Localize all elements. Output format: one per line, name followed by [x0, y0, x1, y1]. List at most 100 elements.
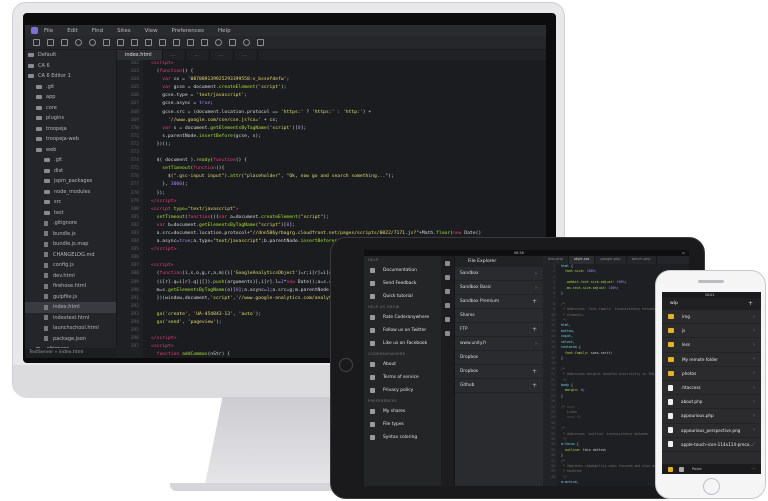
sidebar-item[interactable]: CA 6 Editor 1	[25, 71, 116, 82]
share-icon[interactable]	[445, 303, 450, 308]
file-explorer-row[interactable]: Dropbox +	[455, 365, 543, 379]
phone-list-item[interactable]: js ›	[662, 324, 761, 339]
paste-icon[interactable]	[131, 39, 138, 46]
tab-3[interactable]: ...	[186, 50, 211, 60]
sidebar-item[interactable]: src	[25, 197, 116, 208]
file-explorer-row[interactable]: Dropbox	[455, 351, 543, 365]
terminal-icon[interactable]	[173, 39, 180, 46]
indent-icon[interactable]	[145, 39, 152, 46]
add-icon[interactable]: +	[532, 326, 537, 333]
phone-list-item[interactable]: img ›	[662, 310, 761, 325]
terminal-icon[interactable]	[445, 331, 450, 336]
sidebar-item[interactable]: index.html	[25, 302, 116, 313]
sidebar-item[interactable]: config.js	[25, 260, 116, 271]
search-icon[interactable]	[445, 317, 450, 322]
menu-item[interactable]: Like us on Facebook	[364, 337, 441, 350]
menu-item[interactable]: My shares	[364, 405, 441, 418]
sidebar-item[interactable]: app	[25, 92, 116, 103]
add-icon[interactable]: +	[532, 368, 537, 375]
sidebar-item[interactable]: .git	[25, 155, 116, 166]
sidebar-item[interactable]: CHANGELOG.md	[25, 250, 116, 261]
file-explorer-row[interactable]: Shares	[455, 309, 543, 323]
more-icon[interactable]: ⋯	[751, 467, 755, 471]
sidebar-item[interactable]: CA 6	[25, 61, 116, 72]
phone-list-item[interactable]: appourious_perspective.png ›	[662, 424, 761, 438]
file-explorer-row[interactable]: Github +	[455, 379, 543, 393]
folder-icon[interactable]	[668, 466, 673, 472]
file-explorer-row[interactable]: FTP +	[455, 323, 543, 337]
split-view-icon[interactable]	[187, 39, 194, 46]
sidebar-item[interactable]: web	[25, 145, 116, 156]
menu-sites[interactable]: Sites	[117, 28, 130, 34]
tab-index-html[interactable]: index.html	[117, 50, 163, 60]
chevron-right-icon[interactable]: ›	[535, 271, 537, 277]
phone-list-item[interactable]: photos ›	[662, 367, 761, 381]
menu-preferences[interactable]: Preferences	[172, 28, 204, 34]
sidebar-item[interactable]: plugins	[25, 113, 116, 124]
sidebar-item[interactable]: package.json	[25, 334, 116, 345]
add-icon[interactable]: +	[532, 382, 537, 389]
phone-home-button[interactable]	[703, 478, 720, 495]
bookmark-icon[interactable]	[257, 39, 264, 46]
sidebar-item[interactable]: troopeja	[25, 124, 116, 135]
file-explorer-row[interactable]: Sandbox Basic ›	[455, 281, 543, 295]
play-icon[interactable]	[243, 39, 250, 46]
menu-help[interactable]: Help	[218, 28, 231, 34]
open-folder-icon[interactable]	[47, 39, 54, 46]
phone-list-item[interactable]: My remote folder ›	[662, 353, 761, 367]
sidebar-item[interactable]: .gitignore	[25, 218, 116, 229]
cut-icon[interactable]	[103, 39, 110, 46]
menu-item[interactable]: About	[364, 358, 441, 371]
upload-icon[interactable]	[229, 39, 236, 46]
add-icon[interactable]: +	[532, 298, 537, 305]
tablet-tab-bench-php[interactable]: bench.php	[627, 256, 657, 264]
phone-list-item[interactable]: appourious.php ›	[662, 409, 761, 424]
sidebar-item[interactable]: .git	[25, 82, 116, 93]
menu-item[interactable]: Quick tutorial	[364, 290, 441, 303]
menu-item[interactable]: Send Feedback	[364, 277, 441, 290]
outdent-icon[interactable]	[159, 39, 166, 46]
sidebar-item[interactable]: core	[25, 103, 116, 114]
file-explorer-row[interactable]: www.unity.fr ›	[455, 337, 543, 351]
add-icon[interactable]: +	[748, 298, 753, 310]
tablet-tab-less-php[interactable]: less.php	[543, 256, 569, 264]
save-icon[interactable]	[61, 39, 68, 46]
menu-item[interactable]: Syntax coloring	[364, 431, 441, 444]
tablet-tab-style-css[interactable]: style.css	[568, 256, 596, 264]
sidebar-item[interactable]: bundle.js	[25, 229, 116, 240]
sidebar-item[interactable]: gulpfile.js	[25, 292, 116, 303]
file-explorer-row[interactable]: Sandbox Premium +	[455, 295, 543, 309]
tab-5[interactable]: ...	[234, 50, 258, 60]
sidebar-item[interactable]: dev.html	[25, 271, 116, 282]
sidebar-item[interactable]: launchschool.html	[25, 323, 116, 334]
folder-icon[interactable]	[445, 275, 450, 280]
new-file-icon[interactable]	[33, 39, 40, 46]
menu-item[interactable]: File types	[364, 418, 441, 431]
copy-icon[interactable]	[117, 39, 124, 46]
tab-4[interactable]: ...	[210, 50, 235, 60]
tablet-tab-google-php[interactable]: google.php	[595, 256, 627, 264]
search-icon[interactable]	[201, 39, 208, 46]
sidebar-item[interactable]: Default	[25, 50, 116, 61]
menu-edit[interactable]: Edit	[67, 28, 78, 34]
upload-icon[interactable]	[679, 466, 684, 472]
tablet-home-button[interactable]	[339, 358, 353, 372]
sidebar-item[interactable]: test	[25, 208, 116, 219]
undo-icon[interactable]	[75, 39, 82, 46]
chevron-right-icon[interactable]: ›	[535, 285, 537, 291]
file-explorer-row[interactable]: Sandbox ›	[455, 267, 543, 281]
menu-item[interactable]: Follow us on Twitter	[364, 324, 441, 337]
tab-2[interactable]: ...	[163, 50, 187, 60]
sidebar-item[interactable]: bundle.js.map	[25, 239, 116, 250]
code-icon[interactable]	[445, 289, 450, 294]
sidebar-item[interactable]: indextest.html	[25, 313, 116, 324]
menu-view[interactable]: View	[145, 28, 158, 34]
phone-list-item[interactable]: less ›	[662, 338, 761, 353]
menu-file[interactable]: File	[44, 28, 53, 34]
menu-item[interactable]: Documentation	[364, 264, 441, 277]
sidebar-item[interactable]: firehose.html	[25, 281, 116, 292]
redo-icon[interactable]	[89, 39, 96, 46]
paste-button[interactable]: Paste	[692, 467, 702, 471]
sidebar-item[interactable]: jspm_packages	[25, 176, 116, 187]
sidebar-item[interactable]: dist	[25, 166, 116, 177]
